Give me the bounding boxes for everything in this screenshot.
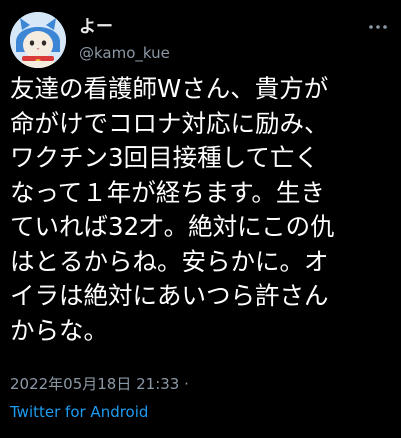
tweet-text-line: ていれば32才。絶対にこの仇 <box>10 212 335 241</box>
tweet-text-line: イラは絶対にあいつら許さん <box>10 281 329 310</box>
display-name[interactable]: よー <box>79 17 170 37</box>
ellipsis-icon <box>369 25 387 29</box>
tweet-text-line: 友達の看護師Wさん、貴方が <box>10 74 329 103</box>
cat-in-blue-hood-icon <box>10 12 66 68</box>
tweet-text-line: なって１年が経ちます。生き <box>10 177 325 207</box>
tweet-source-link[interactable]: Twitter for Android <box>10 402 148 422</box>
user-handle[interactable]: @kamo_kue <box>79 42 170 64</box>
tweet-text-line: はとるからね。安らかに。オ <box>10 246 329 276</box>
more-options-icon[interactable] <box>367 20 389 34</box>
user-names: よー @kamo_kue <box>79 17 170 64</box>
tweet-text-line: ワクチン3回目接種して亡く <box>10 143 319 172</box>
tweet-text-line: からな。 <box>10 315 108 345</box>
avatar[interactable] <box>10 12 66 68</box>
tweet-timestamp[interactable]: 2022年05月18日 21:33 · <box>10 374 189 394</box>
tweet-text-line: 命がけでコロナ対応に励み、 <box>10 108 329 138</box>
tweet-header: よー @kamo_kue <box>10 12 391 68</box>
tweet: よー @kamo_kue 友達の看護師Wさん、貴方が 命がけでコロナ対応に励み、… <box>0 0 401 438</box>
tweet-text: 友達の看護師Wさん、貴方が 命がけでコロナ対応に励み、 ワクチン3回目接種して亡… <box>10 72 395 348</box>
